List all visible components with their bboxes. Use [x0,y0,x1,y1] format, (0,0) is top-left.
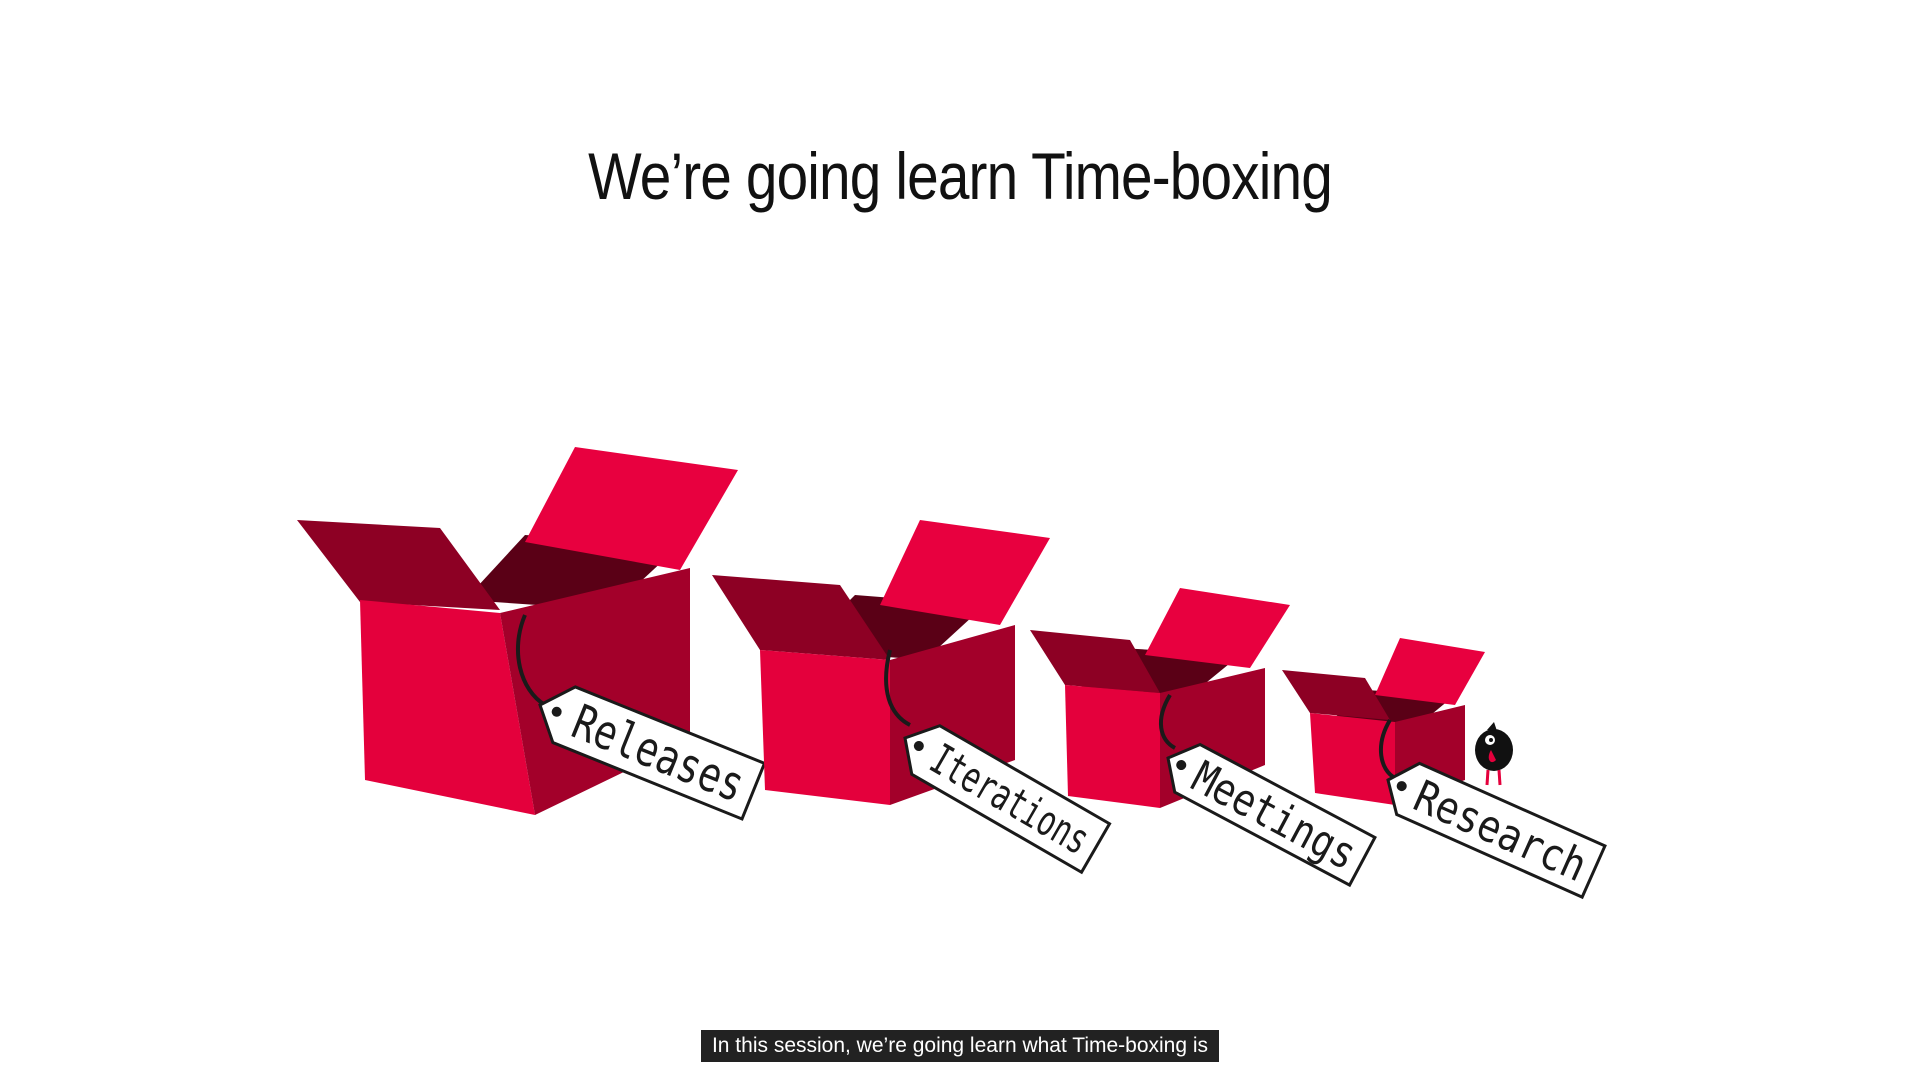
box-iterations: Iterations [712,520,1112,875]
subtitle-caption: In this session, we’re going learn what … [700,1030,1220,1062]
bird-icon [1475,722,1513,786]
time-boxes-illustration: Releases Iterations Meetings Research [297,447,1607,900]
subtitle-bar: In this session, we’re going learn what … [0,1030,1920,1062]
video-slide: We’re going learn Time-boxing Releases I… [0,0,1920,1080]
box-releases: Releases [297,447,767,821]
